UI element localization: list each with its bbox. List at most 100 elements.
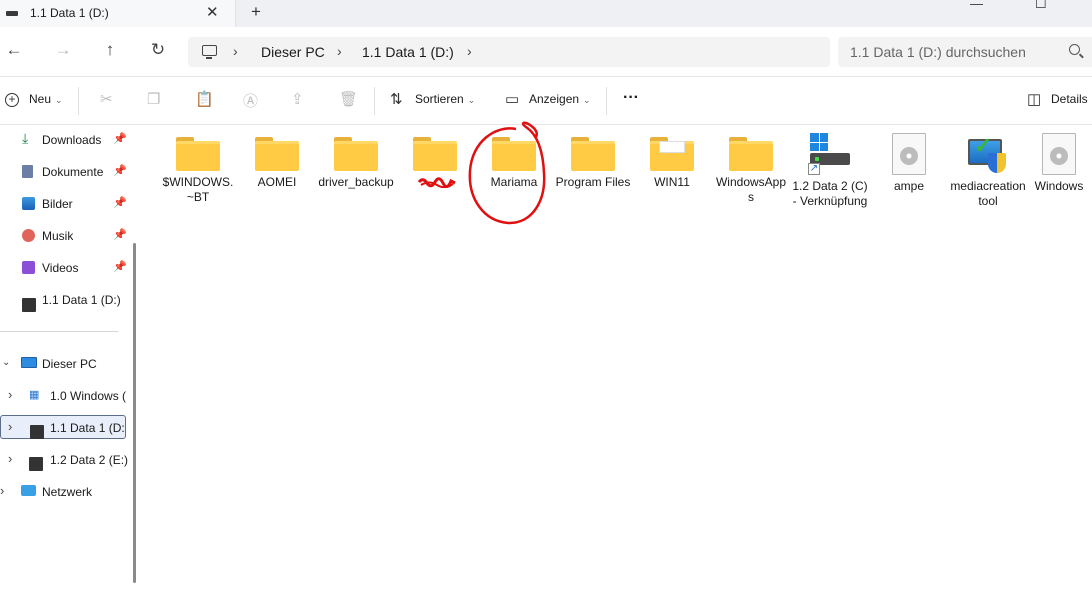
forward-button[interactable]: → (51, 40, 75, 60)
pin-icon[interactable]: 📌 (113, 164, 127, 177)
sidebar-item-network[interactable]: › Netzwerk (0, 480, 126, 504)
disc-image-icon (1042, 133, 1076, 175)
address-bar[interactable]: › Dieser PC › 1.1 Data 1 (D:) › (188, 37, 830, 67)
cut-icon[interactable]: ✂ (100, 90, 113, 108)
file-name: 1.2 Data 2 (C) - Verknüpfung (792, 179, 868, 208)
file-name: Program Files (555, 175, 631, 189)
pin-icon[interactable]: 📌 (113, 260, 127, 273)
divider (0, 331, 118, 332)
videos-icon (22, 261, 35, 274)
folder-icon (729, 135, 773, 171)
file-item[interactable]: ✓ mediacreationtool (950, 133, 1026, 209)
address-row: ← → ↑ ↻ › Dieser PC › 1.1 Data 1 (D:) › … (0, 27, 1092, 77)
folder-icon (571, 135, 615, 171)
new-button[interactable]: Neu ⌄ (29, 92, 63, 106)
chevron-right-icon[interactable]: › (8, 419, 12, 434)
chevron-right-icon[interactable]: › (8, 451, 12, 466)
folder-icon (334, 135, 378, 171)
sidebar-item-drive-e[interactable]: › 1.2 Data 2 (E:) (0, 448, 128, 472)
back-button[interactable]: ← (2, 40, 26, 60)
up-button[interactable]: ↑ (98, 40, 122, 60)
sidebar-item-music[interactable]: Musik 📌 (0, 224, 127, 248)
music-icon (22, 229, 35, 242)
file-item[interactable]: ↗ 1.2 Data 2 (C) - Verknüpfung (792, 133, 868, 209)
paste-icon[interactable]: 📋 (195, 90, 214, 108)
pin-icon[interactable]: 📌 (113, 196, 127, 209)
chevron-right-icon[interactable]: › (0, 483, 4, 498)
documents-icon (22, 165, 33, 178)
sidebar-item-drive-d[interactable]: › 1.1 Data 1 (D:) (0, 415, 126, 439)
pin-icon[interactable]: 📌 (113, 132, 127, 145)
file-view: $WINDOWS.~BT AOMEI driver_backup Mariama… (146, 125, 1092, 603)
view-button[interactable]: Anzeigen ⌄ (529, 92, 591, 106)
file-item[interactable]: WIN11 (634, 135, 710, 190)
file-item[interactable]: $WINDOWS.~BT (160, 135, 236, 205)
sidebar-item-drive-c[interactable]: › ▦ 1.0 Windows (C:) (0, 384, 126, 408)
tab-bar: 1.1 Data 1 (D:) ✕ + — ☐ (0, 0, 1092, 27)
close-tab-icon[interactable]: ✕ (206, 3, 219, 21)
search-icon[interactable] (1069, 44, 1080, 55)
tab-active[interactable]: 1.1 Data 1 (D:) ✕ (0, 0, 236, 27)
sidebar-item-label: 1.1 Data 1 (D:) (50, 421, 124, 435)
chevron-down-icon[interactable]: ⌄ (2, 357, 10, 368)
divider (374, 87, 375, 115)
divider (606, 87, 607, 115)
pictures-icon (22, 197, 35, 210)
file-item[interactable] (397, 135, 473, 175)
navigation-pane: ⤓ Downloads 📌 Dokumente 📌 Bilder 📌 Musik… (0, 125, 146, 603)
refresh-button[interactable]: ↻ (146, 40, 170, 60)
breadcrumb-item[interactable]: Dieser PC (261, 44, 325, 60)
drive-icon (30, 425, 44, 439)
new-tab-button[interactable]: + (251, 2, 261, 22)
sidebar-item-downloads[interactable]: ⤓ Downloads 📌 (0, 128, 127, 152)
delete-icon[interactable]: 🗑 (339, 90, 358, 108)
disc-image-icon (892, 133, 926, 175)
network-icon (21, 485, 36, 496)
search-input[interactable]: 1.1 Data 1 (D:) durchsuchen (838, 37, 1092, 67)
chevron-down-icon: ⌄ (467, 95, 476, 105)
sort-button[interactable]: Sortieren ⌄ (415, 92, 475, 106)
command-bar: + Neu ⌄ ✂ ❐ 📋 Ⓐ ⇪ 🗑 ⇅ Sortieren ⌄ ▭ Anzeig… (0, 77, 1092, 125)
share-icon[interactable]: ⇪ (291, 90, 304, 108)
file-item[interactable]: AOMEI (239, 135, 315, 190)
installer-icon: ✓ (966, 133, 1010, 175)
details-pane-icon: ◫ (1027, 91, 1042, 108)
file-item[interactable]: Program Files (555, 135, 631, 190)
download-icon: ⤓ (22, 130, 29, 146)
rename-icon[interactable]: Ⓐ (243, 90, 258, 111)
file-name: WIN11 (654, 175, 690, 189)
this-pc-icon (21, 357, 37, 368)
maximize-button[interactable]: ☐ (1035, 0, 1047, 12)
folder-icon (255, 135, 299, 171)
red-circle-annotation (468, 121, 546, 225)
sidebar-item-documents[interactable]: Dokumente 📌 (0, 160, 127, 184)
chevron-right-icon[interactable]: › (467, 43, 472, 59)
breadcrumb-item[interactable]: 1.1 Data 1 (D:) (362, 44, 454, 60)
sidebar-item-this-pc[interactable]: ⌄ Dieser PC (0, 352, 126, 376)
chevron-right-icon[interactable]: › (337, 43, 342, 59)
sidebar-item-label: Videos (42, 261, 79, 275)
sidebar-scrollbar[interactable] (133, 243, 136, 583)
more-options-button[interactable]: ··· (623, 89, 639, 107)
file-item[interactable]: ampe (871, 133, 947, 194)
red-scribble (417, 177, 456, 188)
view-icon: ▭ (505, 91, 520, 108)
new-icon: + (5, 93, 19, 107)
file-item[interactable]: driver_backup (318, 135, 394, 190)
minimize-button[interactable]: — (970, 0, 983, 11)
pin-icon[interactable]: 📌 (113, 228, 127, 241)
new-label: Neu (29, 92, 52, 106)
sort-label: Sortieren (415, 92, 464, 106)
chevron-right-icon[interactable]: › (8, 387, 12, 402)
sidebar-item-data1[interactable]: 1.1 Data 1 (D:) (0, 288, 126, 312)
sidebar-item-label: Dieser PC (42, 357, 97, 371)
sidebar-item-pictures[interactable]: Bilder 📌 (0, 192, 127, 216)
copy-icon[interactable]: ❐ (147, 90, 160, 108)
chevron-right-icon[interactable]: › (233, 43, 238, 59)
sidebar-item-videos[interactable]: Videos 📌 (0, 256, 127, 280)
sidebar-item-label: Bilder (42, 197, 73, 211)
sidebar-item-label: 1.0 Windows (C:) (50, 389, 126, 403)
file-item[interactable]: WindowsApps (713, 135, 789, 205)
file-item[interactable]: Windows (1029, 133, 1089, 194)
details-button[interactable]: Details (1051, 92, 1088, 106)
